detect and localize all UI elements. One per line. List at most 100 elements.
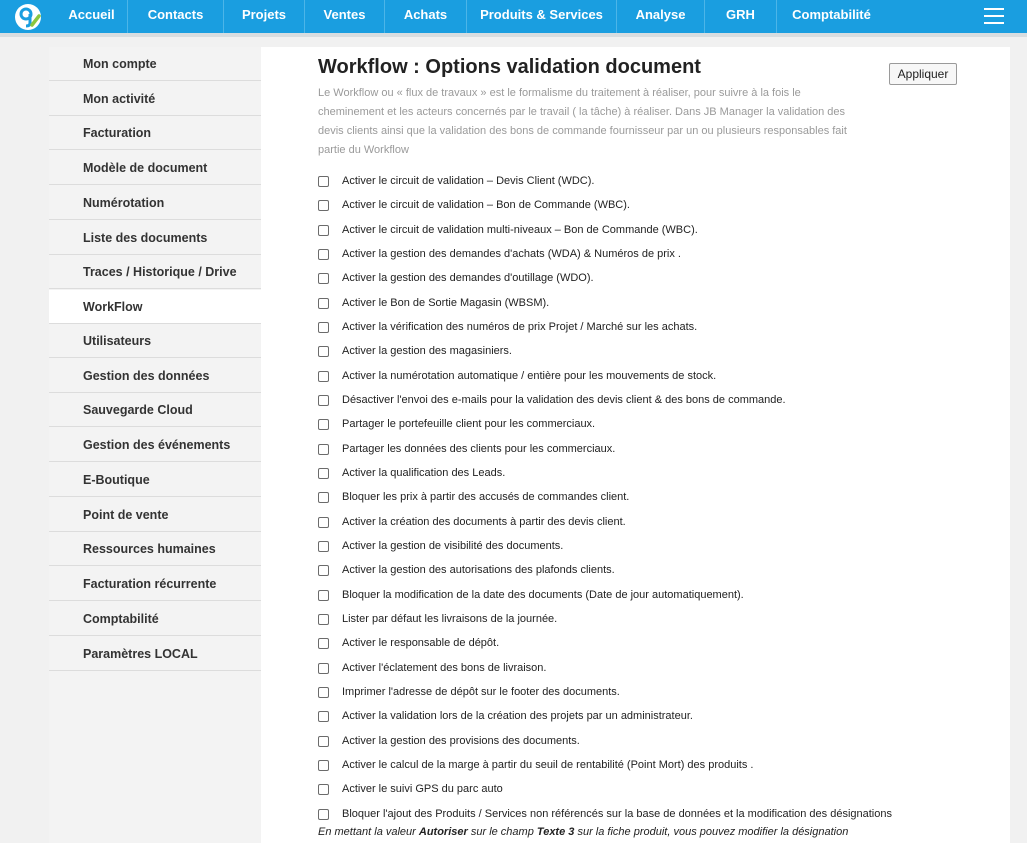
option-label[interactable]: Activer le circuit de validation – Devis…: [342, 175, 594, 187]
nav-achats[interactable]: Achats: [385, 0, 467, 33]
workflow-option-row[interactable]: Activer le circuit de validation – Devis…: [318, 172, 594, 190]
option-label[interactable]: Activer la gestion de visibilité des doc…: [342, 540, 563, 552]
workflow-option-row[interactable]: Bloquer les prix à partir des accusés de…: [318, 488, 629, 506]
sidebar-item-point-de-vente[interactable]: Point de vente: [49, 498, 261, 532]
option-label[interactable]: Activer la qualification des Leads.: [342, 467, 505, 479]
option-label[interactable]: Activer l'éclatement des bons de livrais…: [342, 662, 546, 674]
option-label[interactable]: Activer la création des documents à part…: [342, 516, 626, 528]
option-checkbox[interactable]: [318, 199, 329, 211]
option-checkbox[interactable]: [318, 418, 329, 430]
option-checkbox[interactable]: [318, 175, 329, 187]
workflow-option-row[interactable]: Activer le responsable de dépôt.: [318, 634, 499, 652]
sidebar-item-parametres-local[interactable]: Paramètres LOCAL: [49, 637, 261, 671]
workflow-option-row[interactable]: Imprimer l'adresse de dépôt sur le foote…: [318, 683, 620, 701]
workflow-option-row[interactable]: Bloquer l'ajout des Produits / Services …: [318, 805, 892, 823]
sidebar-item-workflow[interactable]: WorkFlow: [49, 290, 261, 324]
sidebar-item-comptabilite[interactable]: Comptabilité: [49, 602, 261, 636]
workflow-option-row[interactable]: Lister par défaut les livraisons de la j…: [318, 610, 557, 628]
nav-analyse[interactable]: Analyse: [617, 0, 705, 33]
option-label[interactable]: Activer la numérotation automatique / en…: [342, 370, 716, 382]
option-label[interactable]: Désactiver l'envoi des e-mails pour la v…: [342, 394, 786, 406]
option-label[interactable]: Activer le responsable de dépôt.: [342, 637, 499, 649]
workflow-option-row[interactable]: Activer l'éclatement des bons de livrais…: [318, 659, 546, 677]
sidebar-item-facturation-recurrente[interactable]: Facturation récurrente: [49, 567, 261, 601]
option-checkbox[interactable]: [318, 467, 329, 479]
nav-ventes[interactable]: Ventes: [305, 0, 385, 33]
sidebar-item-modele-document[interactable]: Modèle de document: [49, 151, 261, 185]
option-label[interactable]: Activer le calcul de la marge à partir d…: [342, 759, 753, 771]
option-label[interactable]: Activer la gestion des demandes d'achats…: [342, 248, 681, 260]
workflow-option-row[interactable]: Activer la gestion des demandes d'achats…: [318, 245, 681, 263]
workflow-option-row[interactable]: Activer le suivi GPS du parc auto: [318, 780, 503, 798]
option-checkbox[interactable]: [318, 224, 329, 236]
option-checkbox[interactable]: [318, 686, 329, 698]
sidebar-item-sauvegarde-cloud[interactable]: Sauvegarde Cloud: [49, 393, 261, 427]
option-label[interactable]: Bloquer la modification de la date des d…: [342, 589, 744, 601]
option-label[interactable]: Activer le Bon de Sortie Magasin (WBSM).: [342, 297, 549, 309]
workflow-option-row[interactable]: Activer la gestion de visibilité des doc…: [318, 537, 563, 555]
sidebar-item-liste-documents[interactable]: Liste des documents: [49, 221, 261, 255]
nav-projets[interactable]: Projets: [224, 0, 305, 33]
option-label[interactable]: Partager les données des clients pour le…: [342, 443, 615, 455]
workflow-option-row[interactable]: Activer le calcul de la marge à partir d…: [318, 756, 753, 774]
option-label[interactable]: Activer la gestion des autorisations des…: [342, 564, 615, 576]
sidebar-item-traces-historique[interactable]: Traces / Historique / Drive: [49, 255, 261, 289]
option-label[interactable]: Activer la vérification des numéros de p…: [342, 321, 697, 333]
sidebar-item-facturation[interactable]: Facturation: [49, 116, 261, 150]
workflow-option-row[interactable]: Activer la gestion des demandes d'outill…: [318, 269, 594, 287]
workflow-option-row[interactable]: Activer la création des documents à part…: [318, 513, 626, 531]
option-checkbox[interactable]: [318, 540, 329, 552]
option-checkbox[interactable]: [318, 345, 329, 357]
workflow-option-row[interactable]: Activer la qualification des Leads.: [318, 464, 505, 482]
option-label[interactable]: Activer le circuit de validation – Bon d…: [342, 199, 630, 211]
workflow-option-row[interactable]: Activer le circuit de validation multi-n…: [318, 221, 698, 239]
option-checkbox[interactable]: [318, 783, 329, 795]
option-checkbox[interactable]: [318, 564, 329, 576]
nav-grh[interactable]: GRH: [705, 0, 777, 33]
workflow-option-row[interactable]: Partager les données des clients pour le…: [318, 440, 615, 458]
option-label[interactable]: Bloquer l'ajout des Produits / Services …: [342, 808, 892, 820]
option-checkbox[interactable]: [318, 272, 329, 284]
apply-button[interactable]: Appliquer: [889, 63, 957, 85]
option-label[interactable]: Activer la gestion des provisions des do…: [342, 735, 580, 747]
workflow-option-row[interactable]: Bloquer la modification de la date des d…: [318, 586, 744, 604]
app-logo-icon[interactable]: [13, 3, 43, 31]
option-label[interactable]: Partager le portefeuille client pour les…: [342, 418, 595, 430]
sidebar-item-e-boutique[interactable]: E-Boutique: [49, 463, 261, 497]
option-label[interactable]: Activer le suivi GPS du parc auto: [342, 783, 503, 795]
option-checkbox[interactable]: [318, 589, 329, 601]
option-checkbox[interactable]: [318, 516, 329, 528]
option-checkbox[interactable]: [318, 443, 329, 455]
option-checkbox[interactable]: [318, 491, 329, 503]
option-label[interactable]: Bloquer les prix à partir des accusés de…: [342, 491, 629, 503]
sidebar-item-gestion-evenements[interactable]: Gestion des événements: [49, 428, 261, 462]
option-label[interactable]: Activer le circuit de validation multi-n…: [342, 224, 698, 236]
nav-accueil[interactable]: Accueil: [56, 0, 128, 33]
sidebar-item-gestion-donnees[interactable]: Gestion des données: [49, 359, 261, 393]
option-checkbox[interactable]: [318, 710, 329, 722]
option-checkbox[interactable]: [318, 297, 329, 309]
sidebar-item-mon-activite[interactable]: Mon activité: [49, 82, 261, 116]
option-checkbox[interactable]: [318, 248, 329, 260]
workflow-option-row[interactable]: Activer le Bon de Sortie Magasin (WBSM).: [318, 294, 549, 312]
option-checkbox[interactable]: [318, 637, 329, 649]
option-checkbox[interactable]: [318, 613, 329, 625]
workflow-option-row[interactable]: Activer la gestion des autorisations des…: [318, 561, 615, 579]
workflow-option-row[interactable]: Activer la gestion des magasiniers.: [318, 342, 512, 360]
option-checkbox[interactable]: [318, 808, 329, 820]
sidebar-item-mon-compte[interactable]: Mon compte: [49, 47, 261, 81]
workflow-option-row[interactable]: Désactiver l'envoi des e-mails pour la v…: [318, 391, 786, 409]
option-label[interactable]: Activer la gestion des demandes d'outill…: [342, 272, 594, 284]
workflow-option-row[interactable]: Partager le portefeuille client pour les…: [318, 415, 595, 433]
option-checkbox[interactable]: [318, 662, 329, 674]
sidebar-item-ressources-humaines[interactable]: Ressources humaines: [49, 532, 261, 566]
workflow-option-row[interactable]: Activer le circuit de validation – Bon d…: [318, 196, 630, 214]
nav-contacts[interactable]: Contacts: [128, 0, 224, 33]
option-label[interactable]: Activer la validation lors de la créatio…: [342, 710, 693, 722]
option-checkbox[interactable]: [318, 321, 329, 333]
option-checkbox[interactable]: [318, 759, 329, 771]
nav-produits-services[interactable]: Produits & Services: [467, 0, 617, 33]
option-checkbox[interactable]: [318, 735, 329, 747]
workflow-option-row[interactable]: Activer la gestion des provisions des do…: [318, 732, 580, 750]
option-checkbox[interactable]: [318, 394, 329, 406]
